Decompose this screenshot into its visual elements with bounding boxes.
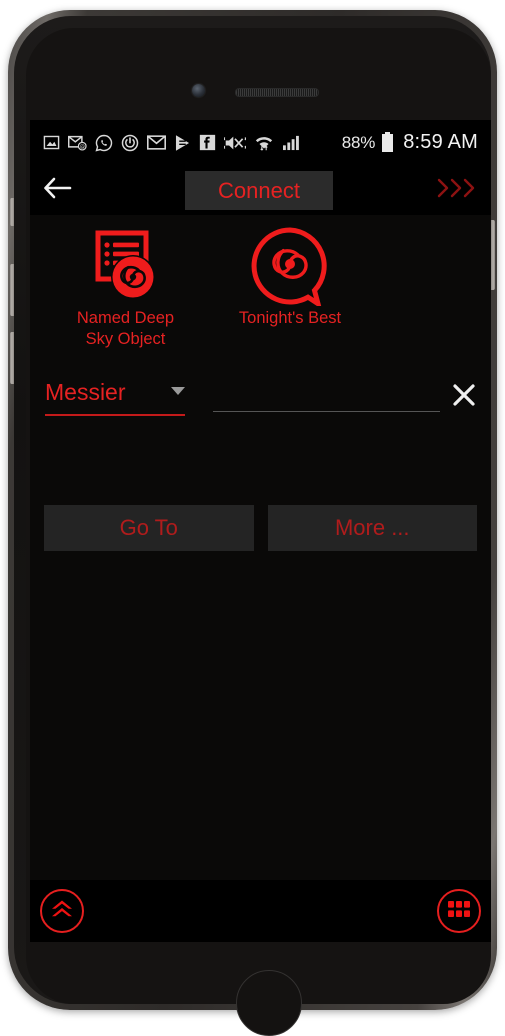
battery-icon bbox=[381, 132, 394, 153]
clear-search-button[interactable] bbox=[446, 379, 482, 415]
grid-menu-circle-icon bbox=[447, 900, 471, 923]
catalog-dropdown[interactable]: Messier bbox=[45, 379, 185, 416]
double-chevron-up-circle-icon bbox=[49, 897, 75, 926]
mode-label-named-deep-sky-object: Named Deep Sky Object bbox=[77, 308, 174, 350]
list-galaxy-icon bbox=[85, 230, 167, 302]
action-button-row: Go To More ... bbox=[30, 505, 491, 551]
whatsapp-icon bbox=[95, 134, 113, 152]
mode-label-line1: Named Deep bbox=[76, 309, 175, 327]
object-search-input[interactable] bbox=[213, 383, 440, 412]
alarm-power-icon bbox=[121, 134, 139, 152]
goto-button[interactable]: Go To bbox=[44, 505, 254, 551]
email-at-icon: @ bbox=[68, 134, 87, 151]
connect-button[interactable]: Connect bbox=[185, 171, 333, 210]
status-clock: 8:59 AM bbox=[403, 131, 478, 153]
galaxy-bubble-icon bbox=[247, 227, 333, 306]
mode-tonights-best[interactable]: Tonight's Best bbox=[215, 227, 365, 329]
mode-named-deep-sky-object[interactable]: Named Deep Sky Object bbox=[48, 230, 203, 350]
expand-panel-button[interactable] bbox=[431, 173, 483, 207]
search-row: Messier bbox=[30, 372, 491, 422]
status-bar: @ 88% 8:59 AM bbox=[30, 120, 491, 165]
status-bar-right: 88% 8:59 AM bbox=[342, 131, 478, 154]
phone-frame: @ 88% 8:59 AM Connect Named Deep Sky Obj… bbox=[8, 10, 497, 1036]
front-camera-icon bbox=[192, 84, 205, 97]
mode-label-line2: Sky Object bbox=[85, 330, 166, 348]
grid-menu-button[interactable] bbox=[437, 889, 481, 933]
svg-text:@: @ bbox=[80, 144, 85, 150]
battery-percent-label: 88% bbox=[341, 132, 376, 152]
facebook-icon bbox=[199, 134, 216, 151]
play-store-icon bbox=[174, 134, 191, 152]
mode-label-tonights-best: Tonight's Best bbox=[238, 309, 342, 327]
back-button[interactable] bbox=[30, 165, 86, 215]
back-arrow-icon bbox=[43, 176, 73, 205]
earpiece-speaker-icon bbox=[235, 88, 319, 97]
cellular-signal-icon bbox=[282, 134, 301, 151]
envelope-icon bbox=[147, 135, 166, 150]
wifi-icon bbox=[254, 133, 274, 152]
bottom-bar bbox=[30, 880, 491, 942]
expand-up-button[interactable] bbox=[40, 889, 84, 933]
catalog-selected-value: Messier bbox=[45, 378, 126, 405]
volume-vibrate-muted-icon bbox=[224, 134, 246, 152]
app-screen: @ 88% 8:59 AM Connect Named Deep Sky Obj… bbox=[30, 120, 491, 942]
home-button[interactable] bbox=[236, 970, 302, 1036]
triple-chevron-right-icon bbox=[434, 175, 480, 206]
mode-selector-row: Named Deep Sky Object Tonight's Best bbox=[30, 215, 491, 350]
close-x-icon bbox=[451, 382, 477, 413]
more-button[interactable]: More ... bbox=[267, 505, 477, 551]
image-icon bbox=[43, 134, 60, 151]
chevron-down-icon bbox=[171, 387, 185, 395]
nav-bar: Connect bbox=[30, 165, 491, 215]
main-content: Named Deep Sky Object Tonight's Best Mes… bbox=[30, 215, 491, 942]
